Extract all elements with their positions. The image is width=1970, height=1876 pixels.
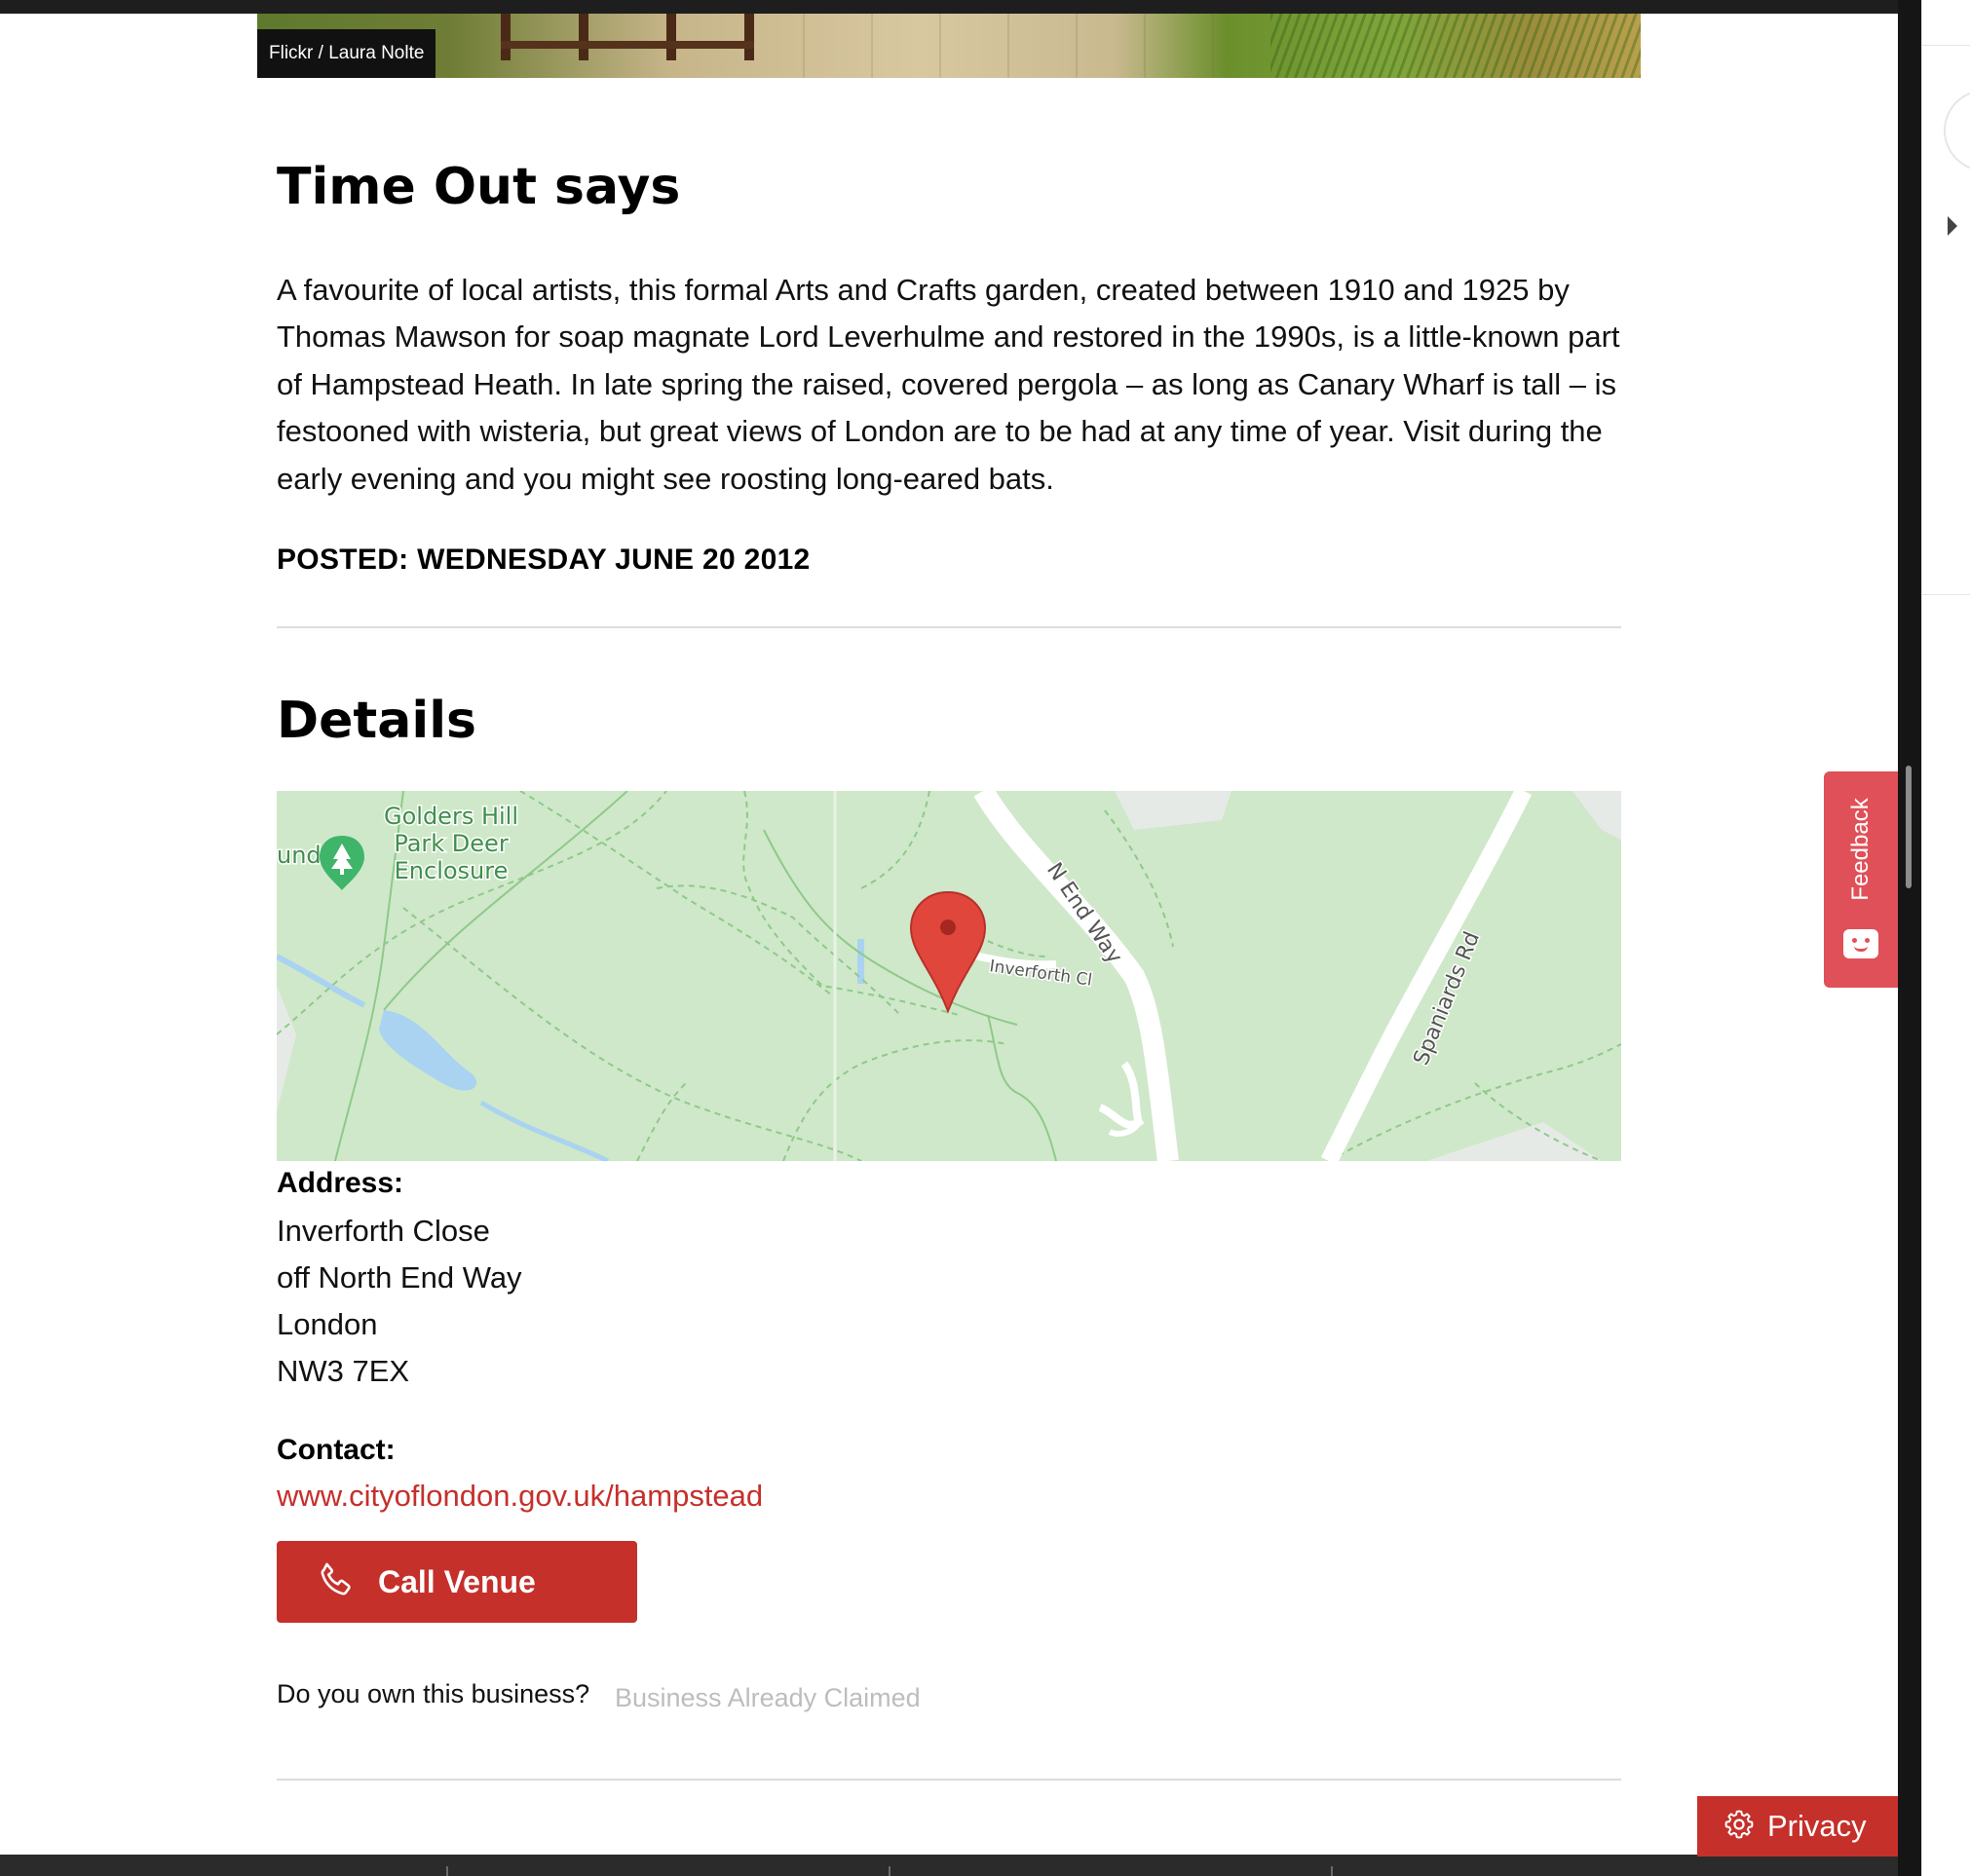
garden-foliage (1270, 14, 1641, 78)
panel-divider (1922, 594, 1970, 595)
poi-label-line: Enclosure (395, 857, 509, 884)
footer-bar (0, 1855, 1898, 1876)
poi-label-line: Park Deer (394, 830, 509, 857)
address-label: Address: (277, 1167, 404, 1199)
gear-icon (1723, 1808, 1756, 1846)
hero-image (257, 14, 1641, 78)
call-venue-label: Call Venue (378, 1563, 536, 1599)
section-divider (277, 626, 1621, 628)
panel-divider (1922, 45, 1970, 46)
feedback-label: Feedback (1847, 798, 1874, 901)
feedback-tab[interactable]: Feedback (1824, 771, 1898, 988)
privacy-label: Privacy (1767, 1809, 1867, 1843)
scrollbar-thumb[interactable] (1906, 766, 1912, 888)
browser-top-bar (0, 0, 1898, 14)
privacy-button[interactable]: Privacy (1697, 1796, 1898, 1857)
bench-leg (579, 14, 588, 60)
location-map[interactable]: N End Way Inverforth Cl Spaniards Rd und… (277, 791, 1621, 1161)
bench-leg (501, 14, 511, 60)
photo-credit: Flickr / Laura Nolte (257, 29, 436, 78)
garden-path (803, 14, 1261, 78)
footer-separator (889, 1866, 890, 1876)
address-line: London (277, 1307, 378, 1341)
panel-circle-button[interactable] (1944, 90, 1970, 171)
own-business-question: Do you own this business? (277, 1679, 590, 1708)
review-body: A favourite of local artists, this forma… (277, 273, 1620, 496)
poi-label-line: Golders Hill (384, 803, 518, 830)
expand-caret-icon[interactable] (1948, 216, 1957, 236)
contact-label: Contact: (277, 1434, 396, 1466)
details-heading: Details (277, 692, 476, 750)
review-heading: Time Out says (277, 158, 681, 216)
phone-icon (316, 1559, 357, 1605)
address-line: Inverforth Close (277, 1214, 490, 1248)
section-divider (277, 1779, 1621, 1781)
call-venue-button[interactable]: Call Venue (277, 1541, 637, 1623)
footer-separator (446, 1866, 448, 1876)
scrollbar-track (1898, 0, 1921, 1876)
map-partial-label: und (277, 842, 322, 869)
footer-separator (1331, 1866, 1333, 1876)
address-line: NW3 7EX (277, 1354, 410, 1388)
bench-leg (744, 14, 754, 60)
address-line: off North End Way (277, 1260, 522, 1294)
smiley-icon (1843, 929, 1878, 958)
business-claimed-status: Business Already Claimed (615, 1683, 921, 1712)
side-panel (1921, 0, 1970, 1876)
contact-website-link[interactable]: www.cityoflondon.gov.uk/hampstead (277, 1479, 763, 1514)
bench-rail (501, 41, 754, 49)
posted-date: POSTED: WEDNESDAY JUNE 20 2012 (277, 544, 811, 576)
bench-leg (666, 14, 676, 60)
